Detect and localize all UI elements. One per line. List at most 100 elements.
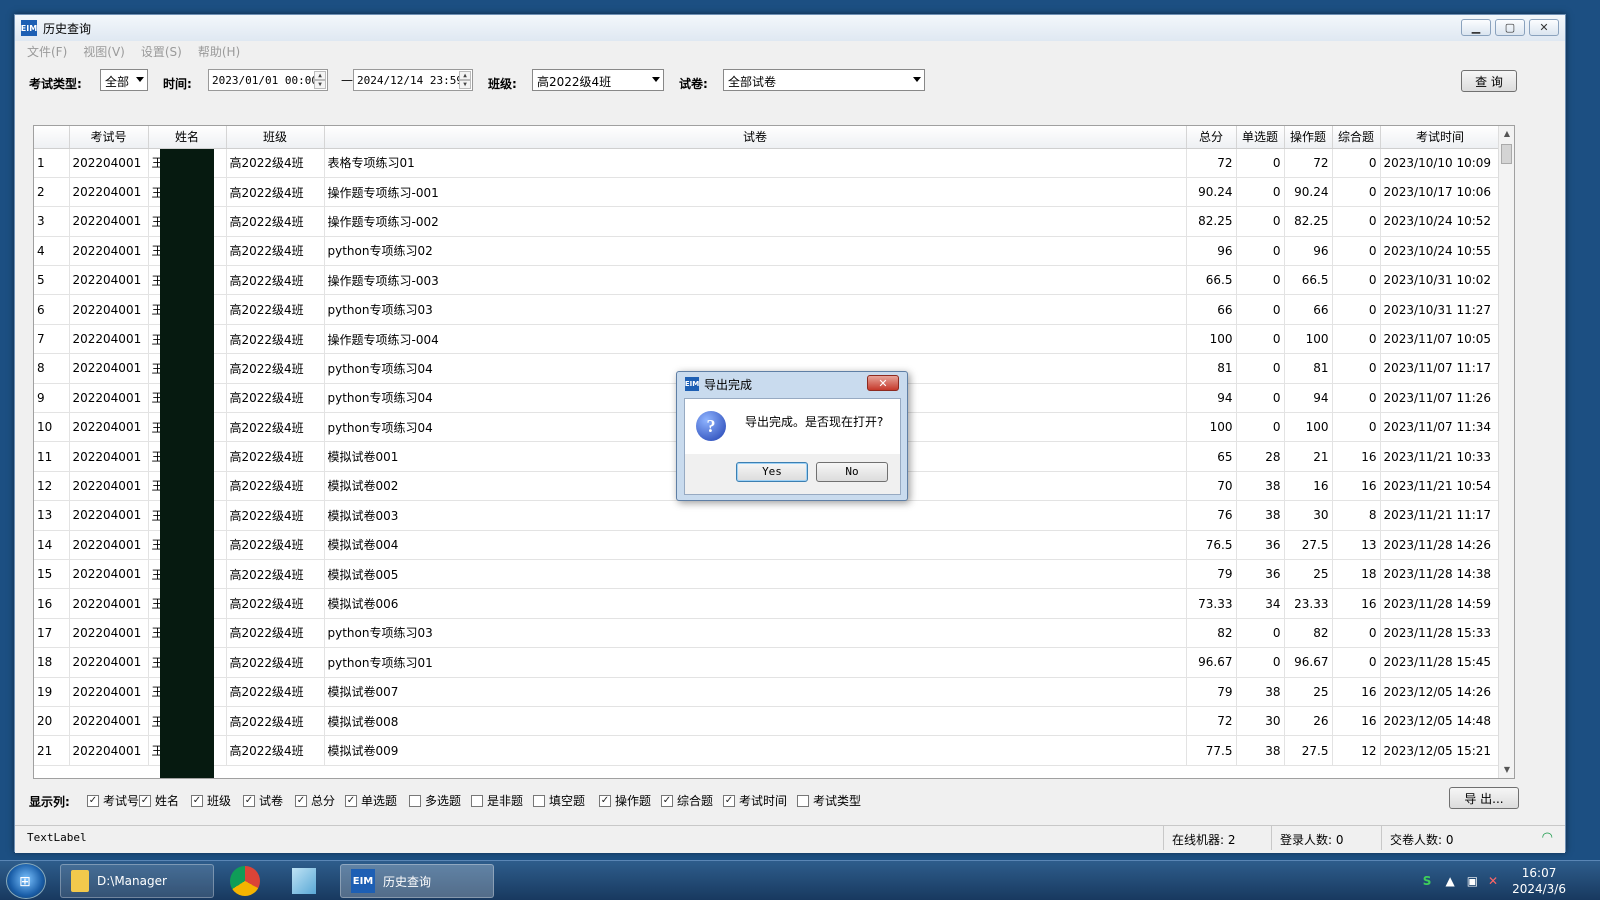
column-toggle[interactable]: ✓ 考试时间 <box>723 792 787 809</box>
start-button[interactable]: ⊞ <box>6 863 46 899</box>
table-row[interactable]: 6 202204001 王高2022级4班 python专项练习03 66 0 66 0 202… <box>34 294 1501 325</box>
column-toggle[interactable]: ✓ 综合题 <box>661 792 713 809</box>
table-cell: 23.33 <box>1284 588 1333 619</box>
title-bar[interactable]: EIM 历史查询 ▁ ▢ ✕ <box>15 15 1565 41</box>
checkbox-icon[interactable]: ✓ <box>87 794 99 807</box>
scroll-up-icon[interactable]: ▲ <box>1499 126 1514 142</box>
checkbox-icon[interactable]: ✓ <box>139 794 151 807</box>
column-header[interactable]: 考试号 <box>69 126 149 149</box>
table-row[interactable]: 2 202204001 王高2022级4班 操作题专项练习-001 90.24 0 90.2… <box>34 177 1501 208</box>
tray-expand-icon[interactable]: ▲ <box>1445 874 1454 888</box>
column-toggle[interactable]: 填空题 <box>533 792 585 809</box>
checkbox-icon[interactable]: ✓ <box>661 794 673 807</box>
table-cell: 79 <box>1186 677 1237 707</box>
table-row[interactable]: 21 202204001 王高2022级4班 模拟试卷009 77.5 38 27.5 12 2… <box>34 735 1501 766</box>
query-button[interactable]: 查 询 <box>1461 70 1517 92</box>
column-toggle[interactable]: ✓ 班级 <box>191 792 231 809</box>
paper-select[interactable]: 全部试卷 <box>723 69 925 91</box>
spin-up-icon[interactable]: ▲ <box>459 71 471 80</box>
column-toggle[interactable]: ✓ 单选题 <box>345 792 397 809</box>
checkbox-icon[interactable] <box>471 794 483 807</box>
table-cell: 70 <box>1186 471 1237 502</box>
column-toggle[interactable]: ✓ 总分 <box>295 792 335 809</box>
time-start-input[interactable]: 2023/01/01 00:00 ▲ ▼ <box>208 69 328 91</box>
column-header[interactable]: 姓名 <box>148 126 227 149</box>
online-value: 2 <box>1227 833 1236 847</box>
checkbox-icon[interactable] <box>533 794 545 807</box>
checkbox-icon[interactable]: ✓ <box>599 794 611 807</box>
column-header[interactable]: 单选题 <box>1236 126 1285 149</box>
spin-up-icon[interactable]: ▲ <box>314 71 326 80</box>
column-toggle[interactable]: 考试类型 <box>797 792 861 809</box>
online-machines-status: 在线机器: 2 <box>1163 826 1271 850</box>
close-button[interactable]: ✕ <box>1529 19 1559 36</box>
checkbox-icon[interactable]: ✓ <box>295 794 307 807</box>
column-toggle[interactable]: ✓ 试卷 <box>243 792 283 809</box>
no-button[interactable]: No <box>816 462 888 482</box>
scroll-thumb[interactable] <box>1501 144 1512 164</box>
network-icon[interactable]: ▣ <box>1467 874 1478 888</box>
class-select[interactable]: 高2022级4班 <box>532 69 664 91</box>
maximize-button[interactable]: ▢ <box>1495 19 1525 36</box>
table-row[interactable]: 19 202204001 王高2022级4班 模拟试卷007 79 38 25 16 2023/… <box>34 677 1501 707</box>
checkbox-icon[interactable] <box>797 794 809 807</box>
column-toggle[interactable]: ✓ 姓名 <box>139 792 179 809</box>
vertical-scrollbar[interactable]: ▲ ▼ <box>1498 126 1514 778</box>
table-row[interactable]: 4 202204001 王高2022级4班 python专项练习02 96 0 96 0 202… <box>34 236 1501 267</box>
column-header[interactable]: 综合题 <box>1332 126 1381 149</box>
column-header[interactable]: 操作题 <box>1284 126 1333 149</box>
menu-file[interactable]: 文件(F) <box>27 43 67 60</box>
checkbox-icon[interactable] <box>409 794 421 807</box>
checkbox-icon[interactable]: ✓ <box>191 794 203 807</box>
column-header[interactable] <box>34 126 70 149</box>
table-row[interactable]: 7 202204001 王高2022级4班 操作题专项练习-004 100 0 100 0 20… <box>34 324 1501 355</box>
column-header[interactable]: 试卷 <box>324 126 1187 149</box>
column-toggle[interactable]: ✓ 操作题 <box>599 792 651 809</box>
table-cell: 94 <box>1186 383 1237 414</box>
table-cell: 202204001 <box>69 559 149 590</box>
volume-muted-icon[interactable]: ✕ <box>1488 874 1498 888</box>
dialog-title-bar[interactable]: EIM 导出完成 ✕ <box>677 372 907 396</box>
yes-button[interactable]: Yes <box>736 462 808 482</box>
clock[interactable]: 16:07 2024/3/6 <box>1512 865 1566 897</box>
export-button[interactable]: 导 出... <box>1449 787 1519 809</box>
time-end-input[interactable]: 2024/12/14 23:59 ▲ ▼ <box>353 69 473 91</box>
table-row[interactable]: 13 202204001 王高2022级4班 模拟试卷003 76 38 30 8 2023/1… <box>34 500 1501 531</box>
dialog-close-button[interactable]: ✕ <box>867 375 899 391</box>
spin-down-icon[interactable]: ▼ <box>459 80 471 89</box>
sogou-icon[interactable]: S <box>1423 874 1432 888</box>
minimize-button[interactable]: ▁ <box>1461 19 1491 36</box>
column-toggle[interactable]: ✓ 考试号 <box>87 792 139 809</box>
table-row[interactable]: 20 202204001 王高2022级4班 模拟试卷008 72 30 26 16 2023/… <box>34 706 1501 737</box>
table-cell: 2023/10/24 10:55 <box>1380 236 1501 267</box>
table-row[interactable]: 16 202204001 王高2022级4班 模拟试卷006 73.33 34 23.33 1… <box>34 588 1501 619</box>
taskbar-chrome-item[interactable] <box>220 864 274 898</box>
checkbox-icon[interactable]: ✓ <box>243 794 255 807</box>
table-row[interactable]: 14 202204001 王高2022级4班 模拟试卷004 76.5 36 27.5 13 2… <box>34 530 1501 560</box>
table-row[interactable]: 1 202204001 王高2022级4班 表格专项练习01 72 0 72 0 2023/10… <box>34 148 1501 178</box>
menu-help[interactable]: 帮助(H) <box>198 43 240 60</box>
column-header[interactable]: 班级 <box>226 126 325 149</box>
scroll-down-icon[interactable]: ▼ <box>1499 762 1514 778</box>
taskbar-app-item[interactable] <box>282 864 336 898</box>
taskbar-history-item[interactable]: EIM 历史查询 <box>340 864 494 898</box>
menu-view[interactable]: 视图(V) <box>83 43 125 60</box>
taskbar-folder-item[interactable]: D:\Manager <box>60 864 214 898</box>
time-end-spinner[interactable]: ▲ ▼ <box>459 71 471 89</box>
table-row[interactable]: 18 202204001 王高2022级4班 python专项练习01 96.67 0 96… <box>34 647 1501 678</box>
spin-down-icon[interactable]: ▼ <box>314 80 326 89</box>
column-toggle[interactable]: 多选题 <box>409 792 461 809</box>
table-cell: 72 <box>1186 706 1237 737</box>
table-row[interactable]: 17 202204001 王高2022级4班 python专项练习03 82 0 82 0 20… <box>34 618 1501 649</box>
menu-settings[interactable]: 设置(S) <box>141 43 182 60</box>
checkbox-icon[interactable]: ✓ <box>723 794 735 807</box>
exam-type-select[interactable]: 全部 <box>100 69 148 91</box>
checkbox-icon[interactable]: ✓ <box>345 794 357 807</box>
column-header[interactable]: 总分 <box>1186 126 1237 149</box>
column-header[interactable]: 考试时间 <box>1380 126 1501 149</box>
table-row[interactable]: 15 202204001 王高2022级4班 模拟试卷005 79 36 25 18 2023/… <box>34 559 1501 590</box>
table-row[interactable]: 5 202204001 王高2022级4班 操作题专项练习-003 66.5 0 66.5 0… <box>34 265 1501 296</box>
time-start-spinner[interactable]: ▲ ▼ <box>314 71 326 89</box>
column-toggle[interactable]: 是非题 <box>471 792 523 809</box>
table-row[interactable]: 3 202204001 王高2022级4班 操作题专项练习-002 82.25 0 82.2… <box>34 206 1501 237</box>
